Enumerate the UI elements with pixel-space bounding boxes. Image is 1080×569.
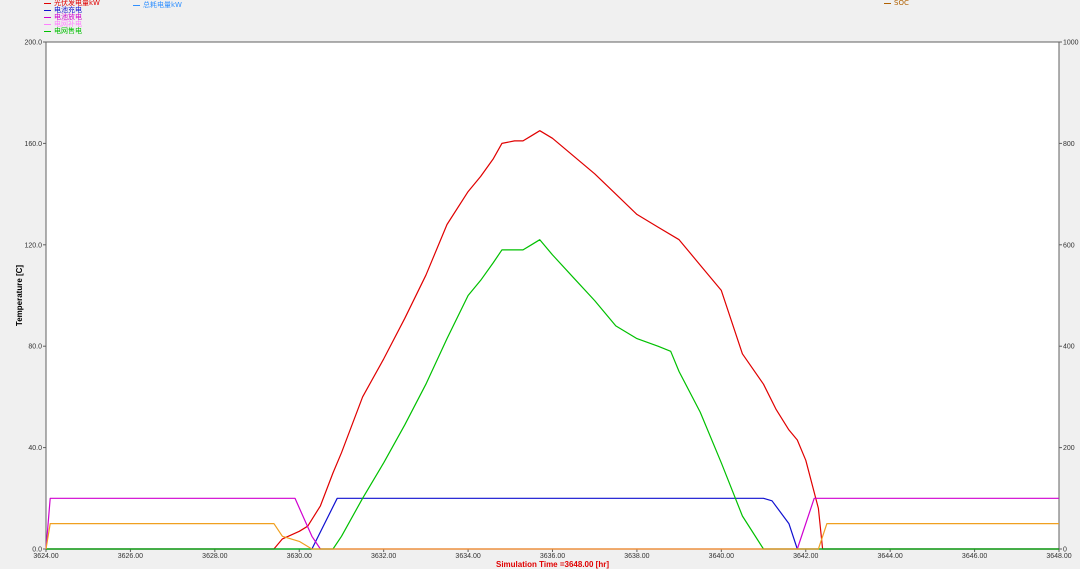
x-tick-label: 3626.00 xyxy=(118,553,143,560)
x-tick-label: 3634.00 xyxy=(455,553,480,560)
y-tick-label: 160.0 xyxy=(24,141,42,148)
x-tick-label: 3642.00 xyxy=(793,553,818,560)
x-tick-label: 3640.00 xyxy=(709,553,734,560)
y2-tick-label: 800 xyxy=(1063,141,1075,148)
y2-tick-label: 200 xyxy=(1063,445,1075,452)
x-tick-label: 3648.00 xyxy=(1046,553,1071,560)
y2-tick-label: 600 xyxy=(1063,242,1075,249)
x-tick-label: 3624.00 xyxy=(33,553,58,560)
y-axis-title: Temperature [C] xyxy=(15,265,24,327)
y2-axis-ticks: 02004006008001000 xyxy=(1059,40,1079,554)
y-axis-ticks: 0.040.080.0120.0160.0200.0 xyxy=(24,40,46,554)
y-tick-label: 120.0 xyxy=(24,242,42,249)
chart: 0.040.080.0120.0160.0200.0 0200400600800… xyxy=(15,40,1079,569)
y-tick-label: 200.0 xyxy=(24,40,42,47)
x-tick-label: 3628.00 xyxy=(202,553,227,560)
x-axis-ticks: 3624.00 3626.00 3628.00 3630.00 3632.00 3634.… xyxy=(33,549,1072,560)
x-tick-label: 3630.00 xyxy=(287,553,312,560)
y-tick-label: 80.0 xyxy=(28,344,42,351)
x-tick-label: 3644.00 xyxy=(878,553,903,560)
y2-tick-label: 1000 xyxy=(1063,40,1079,47)
plot-area xyxy=(45,41,1060,550)
y2-tick-label: 400 xyxy=(1063,344,1075,351)
x-axis-title: Simulation Time =3648.00 [hr] xyxy=(496,560,609,569)
y-tick-label: 40.0 xyxy=(28,445,42,452)
x-tick-label: 3638.00 xyxy=(624,553,649,560)
x-tick-label: 3646.00 xyxy=(962,553,987,560)
x-tick-label: 3636.00 xyxy=(540,553,565,560)
x-tick-label: 3632.00 xyxy=(371,553,396,560)
